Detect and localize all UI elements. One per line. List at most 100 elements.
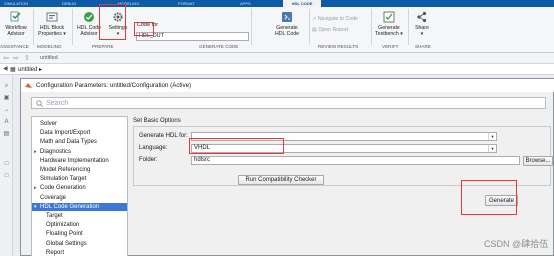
arrow-icon[interactable]: → bbox=[3, 107, 10, 114]
left-palette: ⌕ ▣ → A ▤ □ □ bbox=[0, 75, 13, 256]
section-verify: VERIFY bbox=[382, 44, 399, 49]
watermark: CSDN @肆拾伍 bbox=[484, 239, 549, 249]
configuration-parameters-dialog: Configuration Parameters: untitled/Confi… bbox=[20, 78, 554, 256]
check-circle-icon bbox=[84, 12, 94, 22]
tree-item-label: Report bbox=[46, 249, 65, 256]
annotation-icon[interactable]: A bbox=[3, 119, 10, 126]
separator bbox=[371, 9, 372, 45]
forward-arrow-icon[interactable]: ⇨ bbox=[13, 54, 19, 62]
tab-debug[interactable]: DEBUG bbox=[62, 0, 86, 7]
workflow-advisor-label-2: Advisor bbox=[7, 31, 25, 37]
zoom-icon[interactable]: ⌕ bbox=[3, 83, 10, 90]
tree-item[interactable]: Coverage bbox=[40, 194, 66, 202]
language-label: Language: bbox=[139, 145, 168, 151]
folder-input[interactable]: hdlsrc bbox=[191, 156, 520, 165]
separator bbox=[72, 9, 73, 45]
block-properties-icon bbox=[46, 12, 58, 22]
tab-format[interactable]: FORMAT bbox=[178, 0, 202, 7]
highlight-language bbox=[189, 138, 284, 154]
report-icon: ▤ bbox=[312, 27, 317, 33]
open-report-button[interactable]: ▤ Open Report bbox=[312, 27, 348, 33]
tree-item[interactable]: Model Referencing bbox=[40, 166, 90, 174]
chevron-right-icon[interactable]: ▸ bbox=[34, 184, 37, 192]
highlight-settings bbox=[99, 4, 126, 40]
hdl-block-properties-label-2: Properties ▾ bbox=[38, 31, 66, 37]
share-button[interactable]: Share ▾ bbox=[410, 9, 434, 45]
breadcrumb[interactable]: untitled ▸ bbox=[18, 66, 42, 73]
generate-code-icon bbox=[282, 12, 292, 22]
tree-item[interactable]: Data Import/Export bbox=[40, 129, 90, 137]
editor-nav-bar: ⇦ ⇨ ⇧ bbox=[0, 53, 554, 64]
tree-item-label: Diagnostics bbox=[40, 148, 72, 155]
model-icon: ▦ bbox=[10, 67, 16, 73]
model-browser-toggle-icon[interactable]: ◀ bbox=[3, 65, 8, 72]
generate-testbench-button[interactable]: Generate Testbench ▾ bbox=[373, 9, 405, 45]
section-modeling: MODELING bbox=[37, 44, 62, 49]
area-icon[interactable]: □ bbox=[3, 161, 10, 168]
hdl-block-properties-button[interactable]: HDL Block Properties ▾ bbox=[34, 9, 70, 45]
settings-tree: Solver Data Import/Export Math and Data Ty… bbox=[31, 116, 128, 256]
chevron-down-icon: ▼ bbox=[488, 145, 496, 152]
navigate-to-code-button[interactable]: ↗ Navigate to Code bbox=[312, 16, 358, 22]
tree-item[interactable]: Simulation Target bbox=[40, 175, 86, 183]
tree-item[interactable]: ▾ HDL Code Generation bbox=[32, 202, 127, 211]
navigate-icon: ↗ bbox=[312, 16, 317, 22]
workflow-advisor-button[interactable]: Workflow Advisor bbox=[0, 9, 32, 45]
fit-view-icon[interactable]: ▣ bbox=[3, 95, 10, 102]
area-icon[interactable]: □ bbox=[3, 173, 10, 180]
generate-testbench-label-2: Testbench ▾ bbox=[375, 31, 403, 37]
tree-item-label: Optimization bbox=[46, 222, 80, 229]
highlight-generate bbox=[461, 180, 517, 215]
tree-item-label: Solver bbox=[40, 121, 58, 127]
up-arrow-icon[interactable]: ⇧ bbox=[24, 54, 30, 62]
section-assistance: ASSISTANCE bbox=[0, 44, 29, 49]
chevron-down-icon[interactable]: ▾ bbox=[34, 203, 37, 211]
generate-hdl-code-label-2: HDL Code bbox=[274, 31, 300, 37]
separator bbox=[408, 9, 409, 45]
tree-item[interactable]: Hardware Implementation bbox=[40, 157, 109, 165]
chevron-right-icon[interactable]: ▸ bbox=[34, 148, 37, 156]
tree-item[interactable]: Solver bbox=[40, 120, 57, 128]
search-input[interactable]: Search bbox=[31, 97, 546, 109]
model-tab[interactable]: untitled bbox=[40, 53, 58, 64]
tree-item-label: Global Settings bbox=[46, 240, 87, 247]
tree-item[interactable]: Optimization bbox=[46, 221, 79, 229]
tree-item[interactable]: Global Settings bbox=[46, 240, 87, 248]
tree-item[interactable]: ▸ Diagnostics bbox=[34, 148, 72, 156]
navigate-to-code-label: Navigate to Code bbox=[317, 16, 358, 22]
toolstrip-ribbon: Workflow Advisor HDL Block Properties ▾ … bbox=[0, 7, 554, 53]
tree-item-label: Data Import/Export bbox=[40, 130, 91, 137]
run-compatibility-checker-button[interactable]: Run Compatibility Checker bbox=[238, 175, 324, 185]
tab-simulation[interactable]: SIMULATION bbox=[4, 0, 32, 7]
tree-item[interactable]: Target bbox=[46, 212, 63, 220]
tree-item[interactable]: Math and Data Types bbox=[40, 138, 97, 146]
address-bar: ◀ ▦ untitled ▸ bbox=[0, 64, 554, 75]
browse-button[interactable]: Browse... bbox=[523, 156, 553, 166]
separator bbox=[251, 9, 252, 45]
generate-hdl-code-button[interactable]: Generate HDL Code bbox=[268, 9, 306, 45]
tree-item-label: Code Generation bbox=[40, 185, 86, 192]
search-icon bbox=[36, 100, 43, 107]
section-share: SHARE bbox=[415, 44, 431, 49]
folder-label: Folder: bbox=[139, 157, 158, 163]
back-arrow-icon[interactable]: ⇦ bbox=[3, 54, 9, 62]
tree-item[interactable]: Report bbox=[46, 249, 64, 256]
tab-hdl-code[interactable]: HDL CODE bbox=[283, 0, 321, 7]
image-icon[interactable]: ▤ bbox=[3, 131, 10, 138]
chevron-down-icon: ▼ bbox=[488, 133, 496, 140]
toolstrip-tabbar: SIMULATION DEBUG MODELING FORMAT APPS HD… bbox=[0, 0, 554, 7]
panel-title: Set Basic Options bbox=[133, 118, 181, 124]
search-placeholder: Search bbox=[46, 100, 69, 107]
tree-item-label: Simulation Target bbox=[40, 176, 87, 183]
tree-item-label: Coverage bbox=[40, 194, 67, 201]
workflow-advisor-icon bbox=[10, 11, 21, 22]
testbench-icon bbox=[383, 11, 395, 23]
share-icon bbox=[417, 11, 427, 23]
matlab-logo-icon bbox=[25, 83, 32, 88]
tree-item-label: Target bbox=[46, 213, 63, 219]
tab-apps[interactable]: APPS bbox=[240, 0, 260, 7]
tree-item[interactable]: ▸ Code Generation bbox=[34, 184, 86, 192]
separator bbox=[309, 9, 310, 45]
tree-item[interactable]: Floating Point bbox=[46, 230, 83, 238]
tree-item-label: Math and Data Types bbox=[40, 139, 97, 146]
